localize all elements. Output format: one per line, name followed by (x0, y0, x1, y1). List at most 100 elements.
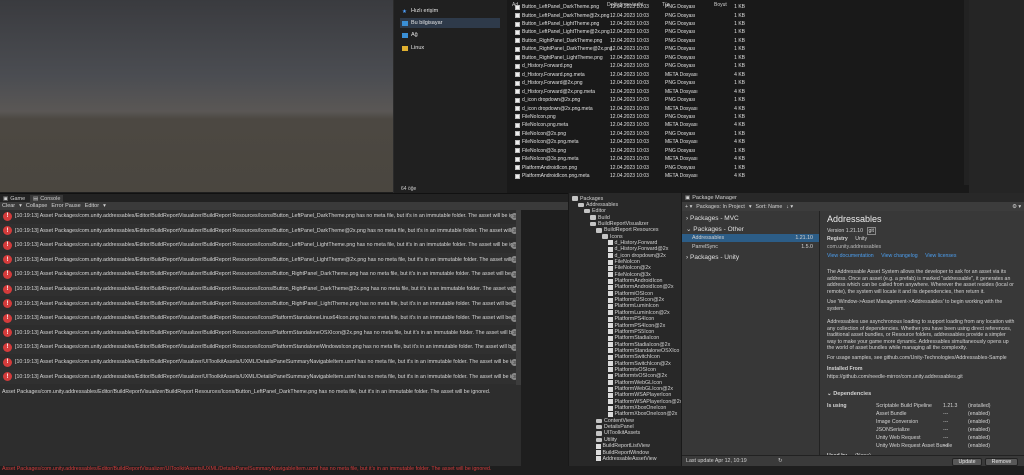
file-icon (608, 246, 613, 252)
log-row[interactable]: ! [10:19:13] Asset Packages/com.unity.add… (0, 223, 521, 238)
status-bar-error[interactable]: Asset Packages/com.unity.addressables/Ed… (0, 466, 1024, 475)
file-type: META Dosyası (665, 71, 698, 78)
remove-button[interactable]: Remove (985, 458, 1018, 466)
file-row[interactable]: Button_RightPanel_DarkTheme.png 12.04.202… (515, 37, 955, 45)
log-text: [10:19:13] Asset Packages/com.unity.addr… (15, 286, 512, 292)
file-row[interactable]: Button_LeftPanel_DarkTheme.png 12.04.2023… (515, 3, 955, 11)
nav-item-linux[interactable]: Linux (400, 43, 500, 53)
file-row[interactable]: d_History.Forward.png.meta 12.04.2023 10:… (515, 71, 955, 79)
group-packages-other[interactable]: ⌄ Packages - Other (686, 225, 744, 233)
folder-icon (596, 437, 602, 443)
file-row[interactable]: FileNoIcon.png 12.04.2023 10:03 PNG Dosyas… (515, 113, 955, 121)
file-row[interactable]: Button_RightPanel_DarkTheme@2x.png 12.04.… (515, 45, 955, 53)
file-row[interactable]: d_History.Forward@2x.png.meta 12.04.2023 … (515, 88, 955, 96)
dependency-status: (enabled) (968, 427, 990, 433)
file-row[interactable]: FileNoIcon@2x.png 12.04.2023 10:03 PNG Dos… (515, 130, 955, 138)
group-packages-mvc[interactable]: › Packages - MVC (686, 215, 739, 222)
chevron-right-icon: › (686, 215, 689, 222)
arrow-down-icon[interactable]: ↓ ▾ (786, 204, 793, 210)
file-icon (596, 450, 601, 455)
dependency-name: Unity Web Request (876, 435, 921, 441)
file-row[interactable]: PlatformAndroidIcon.png.meta 12.04.2023 1… (515, 172, 955, 180)
file-row[interactable]: Button_LeftPanel_LightTheme.png 12.04.202… (515, 20, 955, 28)
file-size: 4 KB (734, 71, 745, 78)
file-icon (515, 38, 520, 44)
file-icon (515, 72, 520, 78)
file-date: 12.04.2023 10:03 (610, 12, 649, 19)
file-date: 12.04.2023 10:03 (610, 139, 649, 146)
log-row[interactable]: ! [10:19:13] Asset Packages/com.unity.add… (0, 369, 521, 384)
file-date: 12.04.2023 10:03 (610, 71, 649, 78)
log-row[interactable]: ! [10:19:13] Asset Packages/com.unity.add… (0, 282, 521, 296)
file-icon (515, 165, 520, 171)
packages-dropdown[interactable]: Packages: In Project (696, 204, 745, 210)
file-row[interactable]: Button_LeftPanel_DarkTheme@2x.png 12.04.2… (515, 11, 955, 19)
log-row[interactable]: ! [10:19:13] Asset Packages/com.unity.add… (0, 297, 521, 311)
file-date: 12.04.2023 10:03 (610, 97, 649, 104)
add-icon[interactable]: + ▾ (685, 204, 692, 210)
file-icon (608, 284, 613, 290)
view-changelog-link[interactable]: View changelog (881, 253, 918, 259)
file-row[interactable]: d_History.Forward.png 12.04.2023 10:03 PNG… (515, 62, 955, 70)
file-icon (515, 148, 520, 154)
log-row[interactable]: ! [10:19:13] Asset Packages/com.unity.add… (0, 209, 521, 223)
group-packages-unity[interactable]: › Packages - Unity (686, 254, 739, 261)
package-manager-tab[interactable]: ▣ Package Manager (682, 193, 1024, 202)
file-date: 12.04.2023 10:03 (610, 29, 649, 36)
scene-view[interactable] (0, 0, 393, 192)
file-row[interactable]: Button_LeftPanel_LightTheme@2x.png 12.04.… (515, 28, 955, 36)
file-icon (608, 310, 613, 316)
file-row[interactable]: d_icon dropdown@2x.png.meta 12.04.2023 10… (515, 104, 955, 112)
package-id: com.unity.addressables (827, 244, 882, 250)
file-icon (515, 89, 520, 95)
gear-icon[interactable]: ⚙ ▾ (1012, 204, 1021, 210)
file-icon (608, 303, 613, 309)
nav-item-network[interactable]: Ağ (400, 30, 500, 40)
log-row[interactable]: ! [10:19:13] Asset Packages/com.unity.add… (0, 267, 521, 281)
penguin-icon (402, 45, 408, 51)
installed-from-value: https://github.com/needle-mirror/com.uni… (827, 374, 963, 380)
log-row[interactable]: ! [10:19:13] Asset Packages/com.unity.add… (0, 355, 521, 369)
view-licenses-link[interactable]: View licenses (925, 253, 956, 259)
package-item-addressables[interactable]: Addressables 1.21.10 (682, 234, 819, 242)
tree-item[interactable]: AddressableAssetView (596, 455, 657, 462)
file-date: 12.04.2023 10:03 (610, 80, 649, 87)
file-row[interactable]: d_icon dropdown@2x.png 12.04.2023 10:03 PN… (515, 96, 955, 104)
package-manager-footer: Last update Apr 12, 10:19 ↻ Update Remov… (682, 455, 1024, 466)
file-row[interactable]: FileNoIcon.png.meta 12.04.2023 10:03 META … (515, 121, 955, 129)
file-name: d_icon dropdown@2x.png (522, 97, 581, 104)
view-documentation-link[interactable]: View documentation (827, 253, 874, 259)
file-row[interactable]: Button_RightPanel_LightTheme.png 12.04.20… (515, 54, 955, 62)
dependencies-header[interactable]: ⌄ Dependencies (827, 391, 871, 397)
chevron-down-icon[interactable]: ▾ (749, 204, 752, 210)
nav-item-this-pc[interactable]: Bu bilgisayar (400, 18, 500, 28)
log-row[interactable]: ! [10:19:13] Asset Packages/com.unity.add… (0, 238, 521, 252)
package-item-parrelsync[interactable]: ParrelSync 1.5.0 (682, 243, 819, 251)
dependency-version: --- (943, 419, 949, 425)
file-date: 12.04.2023 10:03 (610, 63, 649, 70)
error-icon: ! (3, 226, 12, 236)
nav-item-quick-access[interactable]: ★ Hızlı erişim (400, 6, 500, 16)
log-row[interactable]: ! [10:19:13] Asset Packages/com.unity.add… (0, 340, 521, 355)
background-panel (969, 0, 1024, 193)
log-row[interactable]: ! [10:19:13] Asset Packages/com.unity.add… (0, 326, 521, 340)
update-button[interactable]: Update (952, 458, 982, 466)
error-icon: ! (3, 255, 12, 265)
console-scrollbar[interactable] (516, 210, 521, 385)
log-row[interactable]: ! [10:19:13] Asset Packages/com.unity.add… (0, 311, 521, 326)
refresh-icon[interactable]: ↻ (778, 458, 782, 464)
sort-dropdown[interactable]: Sort: Name (756, 204, 783, 210)
file-size: 4 KB (734, 156, 745, 163)
file-row[interactable]: FileNoIcon@3x.png.meta 12.04.2023 10:03 ME… (515, 155, 955, 163)
explorer-status: 64 öğe (401, 186, 417, 192)
file-row[interactable]: PlatformAndroidIcon.png 12.04.2023 10:03 P… (515, 164, 955, 172)
file-row[interactable]: FileNoIcon@3x.png 12.04.2023 10:03 PNG Dos… (515, 147, 955, 155)
file-row[interactable]: d_History.Forward@2x.png 12.04.2023 10:03… (515, 79, 955, 87)
file-name: d_icon dropdown@2x.png.meta (522, 105, 593, 112)
dependency-version: --- (943, 411, 949, 417)
file-row[interactable]: FileNoIcon@2x.png.meta 12.04.2023 10:03 ME… (515, 138, 955, 146)
file-name: Button_RightPanel_LightTheme.png (522, 54, 603, 61)
log-row[interactable]: ! [10:19:13] Asset Packages/com.unity.add… (0, 252, 521, 267)
error-icon: ! (3, 313, 12, 323)
dependency-name: JSONSerialize (876, 427, 910, 433)
